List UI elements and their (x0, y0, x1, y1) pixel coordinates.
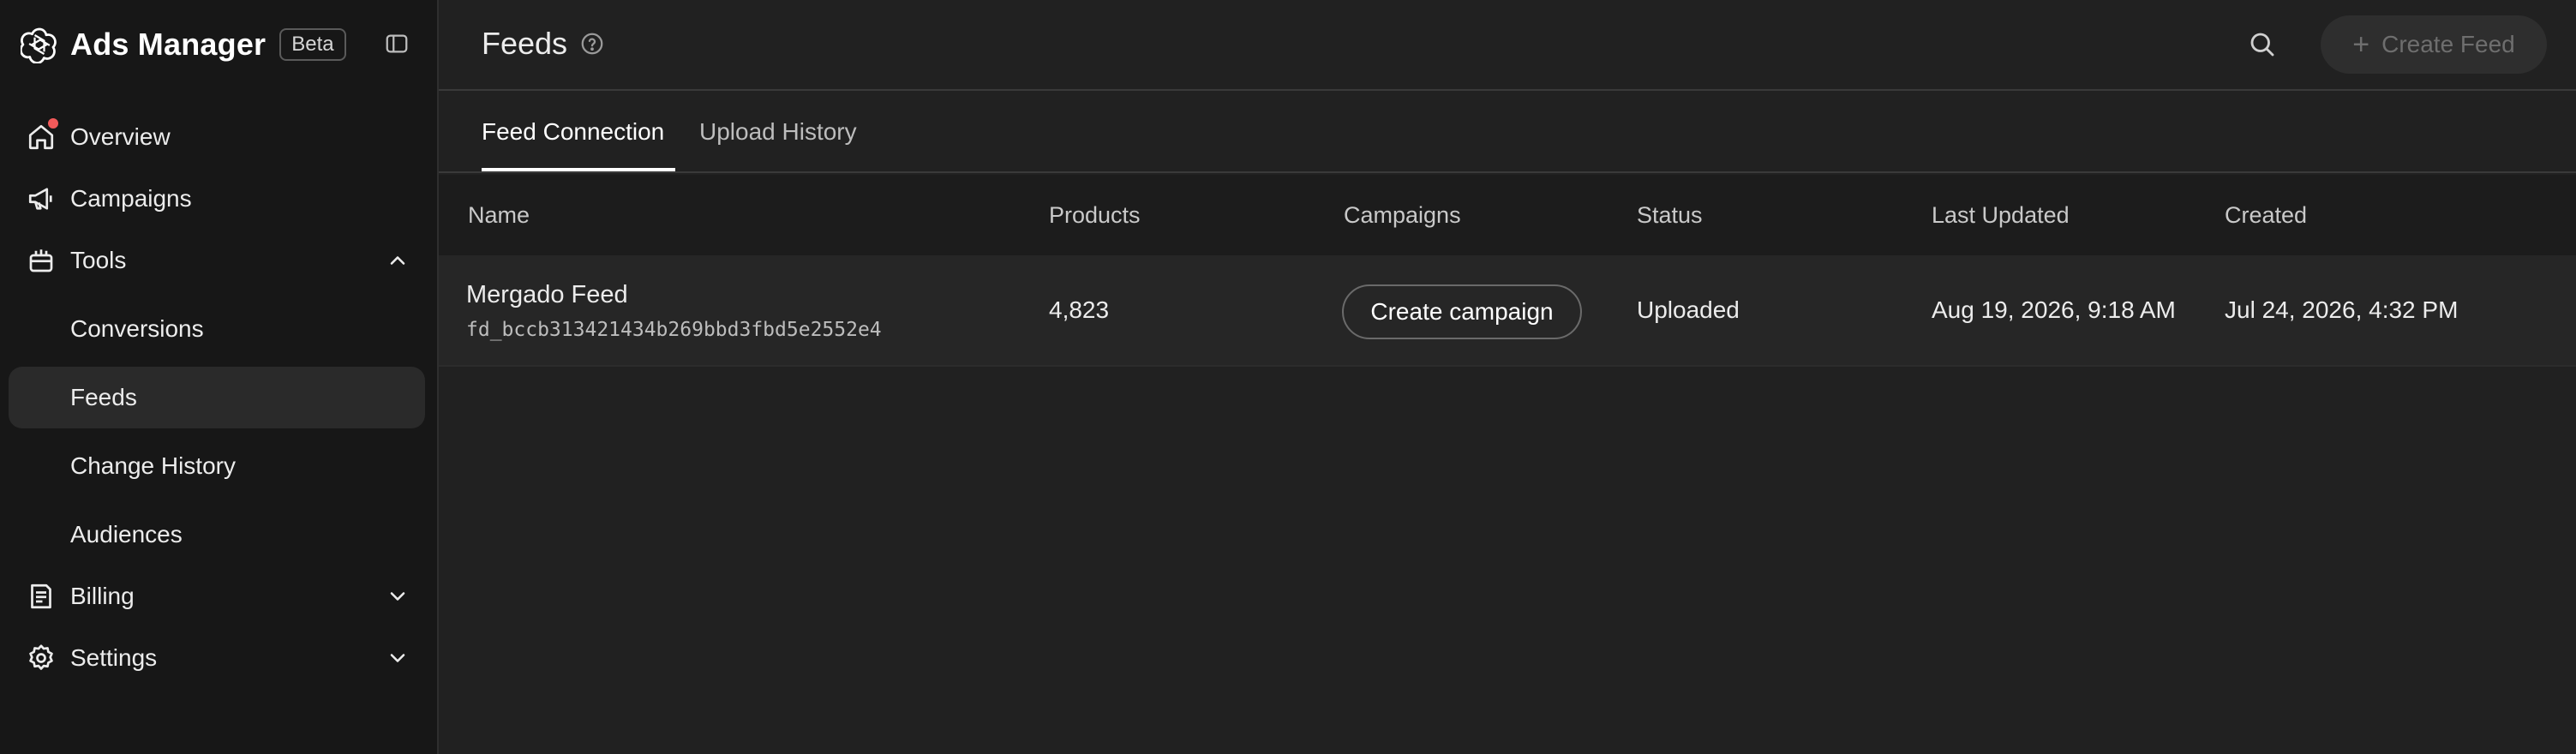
column-header-status: Status (1637, 202, 1703, 228)
created-time: Jul 24, 2026, 4:32 PM (2225, 296, 2459, 323)
beta-badge: Beta (279, 28, 346, 61)
tab-bar: Feed Connection Upload History (439, 93, 2576, 173)
sidebar-item-tools[interactable]: Tools (9, 230, 425, 291)
page-title: Feeds (482, 26, 568, 61)
column-header-campaigns: Campaigns (1344, 202, 1461, 228)
main-content: Feeds + Create Feed Feed Connection Uplo… (439, 0, 2576, 754)
table-row[interactable]: Mergado Feed fd_bccb313421434b269bbd3fbd… (439, 255, 2576, 367)
feed-name[interactable]: Mergado Feed (466, 281, 628, 309)
notification-dot (46, 117, 60, 130)
column-header-last-updated: Last Updated (1932, 202, 2070, 228)
sidebar-item-label: Billing (70, 583, 135, 609)
search-button[interactable] (2247, 29, 2278, 60)
sidebar-item-change-history[interactable]: Change History (9, 435, 425, 497)
sidebar-item-conversions[interactable]: Conversions (9, 298, 425, 360)
create-feed-button[interactable]: + Create Feed (2321, 15, 2547, 74)
tools-icon (29, 249, 53, 272)
sidebar-panel-icon (386, 34, 408, 53)
sidebar-item-audiences[interactable]: Audiences (9, 504, 425, 566)
openai-logo-icon (21, 27, 57, 63)
column-header-products: Products (1049, 202, 1141, 228)
sidebar-item-overview[interactable]: Overview (9, 106, 425, 168)
app-title: Ads Manager (70, 27, 267, 62)
sidebar-item-campaigns[interactable]: Campaigns (9, 168, 425, 230)
status-text: Uploaded (1637, 296, 1740, 323)
table-header: Name Products Campaigns Status Last Upda… (439, 175, 2576, 255)
tab-upload-history[interactable]: Upload History (699, 118, 857, 146)
sidebar-item-label: Tools (70, 247, 127, 273)
top-bar: Feeds + Create Feed (439, 0, 2576, 91)
app-root: Ads Manager Beta Overview Campaigns Tool… (0, 0, 2576, 754)
column-header-name: Name (468, 202, 530, 228)
sidebar-item-settings[interactable]: Settings (9, 627, 425, 689)
column-header-created: Created (2225, 202, 2308, 228)
active-tab-indicator (482, 168, 675, 171)
sidebar-item-label: Campaigns (70, 185, 192, 212)
sidebar-item-billing[interactable]: Billing (9, 566, 425, 627)
help-icon[interactable] (579, 31, 605, 57)
megaphone-icon (28, 188, 52, 210)
sidebar-item-feeds[interactable]: Feeds (9, 367, 425, 428)
sidebar-item-label: Conversions (70, 315, 204, 342)
gear-icon (29, 644, 53, 670)
receipt-icon (31, 583, 51, 609)
create-campaign-button[interactable]: Create campaign (1342, 284, 1582, 339)
sidebar: Ads Manager Beta Overview Campaigns Tool… (0, 0, 439, 754)
last-updated-time: Aug 19, 2026, 9:18 AM (1932, 296, 2176, 323)
chevron-up-icon (390, 256, 405, 265)
sidebar-item-label: Settings (70, 644, 158, 671)
create-campaign-label: Create campaign (1370, 298, 1554, 325)
chevron-down-icon (390, 592, 405, 601)
sidebar-item-label: Overview (70, 123, 171, 150)
create-feed-label: Create Feed (2381, 31, 2515, 57)
brand: Ads Manager Beta (21, 21, 346, 69)
search-icon (2250, 33, 2274, 57)
sidebar-toggle-button[interactable] (382, 29, 411, 58)
plus-icon: + (2352, 28, 2370, 61)
sidebar-item-label: Audiences (70, 521, 183, 548)
sidebar-item-label: Feeds (70, 384, 137, 410)
feed-id: fd_bccb313421434b269bbd3fbd5e2552e4 (466, 319, 882, 341)
sidebar-item-label: Change History (70, 452, 236, 479)
tab-feed-connection[interactable]: Feed Connection (482, 118, 664, 146)
chevron-down-icon (390, 654, 405, 662)
products-count: 4,823 (1049, 296, 1110, 323)
